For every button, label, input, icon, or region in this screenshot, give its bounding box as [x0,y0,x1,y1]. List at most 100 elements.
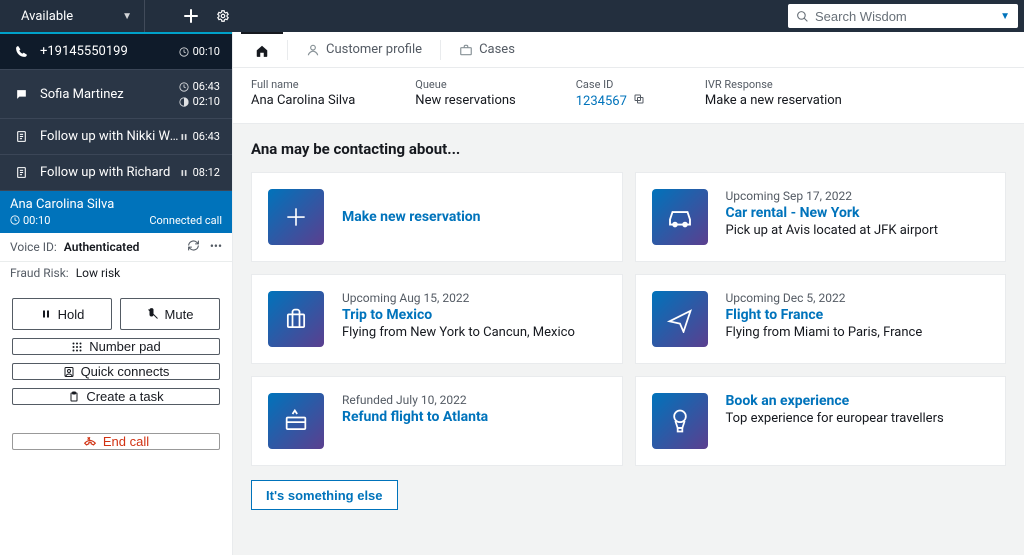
phone-icon [12,45,30,58]
search-input[interactable] [815,9,1000,24]
quick-connects-button[interactable]: Quick connects [12,363,220,380]
contact-name: +19145550199 [30,44,179,59]
end-call-button[interactable]: End call [12,433,220,450]
balloon-icon [652,393,708,449]
card-subtitle: Top experience for europear travellers [726,411,944,426]
clock-icon [179,82,189,92]
context-card[interactable]: Book an experience Top experience for eu… [635,376,1007,466]
refresh-icon [187,239,200,252]
caseid-link[interactable]: 1234567 [576,94,627,109]
briefcase-icon [459,43,473,57]
context-card[interactable]: Upcoming Aug 15, 2022 Trip to Mexico Fly… [251,274,623,364]
contact-name: Sofia Martinez [30,87,179,102]
main-area: Customer profile Cases Full name Ana Car… [232,32,1024,555]
caseid-label: Case ID [576,78,645,91]
dialpad-icon [71,341,83,353]
more-button[interactable]: ••• [210,239,222,255]
caller-name: Ana Carolina Silva [10,197,222,212]
tab-home[interactable] [241,32,283,67]
agent-status-label: Available [21,9,122,24]
context-card[interactable]: Make new reservation [251,172,623,262]
left-panel: +19145550199 00:10 Sofia Martinez 06:43 … [0,32,232,555]
refund-icon [268,393,324,449]
card-subtitle: Flying from Miami to Paris, France [726,325,923,340]
customer-info-bar: Full name Ana Carolina Silva Queue New r… [233,68,1024,124]
mute-button[interactable]: Mute [120,298,220,330]
fullname-label: Full name [251,78,355,91]
ivr-label: IVR Response [705,78,842,91]
chevron-down-icon[interactable]: ▼ [1000,11,1010,22]
tab-customer-profile[interactable]: Customer profile [292,32,436,67]
contact-name: Follow up with Richard [30,165,179,180]
card-title: Flight to France [726,307,923,323]
card-title: Make new reservation [342,209,481,225]
fraud-value: Low risk [76,266,121,280]
task-icon [12,166,30,179]
fraud-row: Fraud Risk: Low risk [0,262,232,288]
pause-icon [179,168,189,178]
voice-id-row: Voice ID: Authenticated ••• [0,233,232,262]
settings-button[interactable] [207,0,239,32]
pause-icon [40,308,52,320]
refresh-button[interactable] [187,239,200,255]
end-call-icon [83,435,97,449]
contact-item[interactable]: +19145550199 00:10 [0,32,232,70]
contact-item[interactable]: Sofia Martinez 06:43 02:10 [0,70,232,119]
plus-icon [268,189,324,245]
plus-icon [184,9,198,23]
plane-icon [652,291,708,347]
context-card[interactable]: Upcoming Sep 17, 2022 Car rental - New Y… [635,172,1007,262]
fullname-value: Ana Carolina Silva [251,93,355,108]
caller-timer: 00:10 [23,214,50,227]
car-icon [652,189,708,245]
queue-value: New reservations [415,93,515,108]
contact-item[interactable]: Follow up with Nikki Wolf 06:43 [0,119,232,155]
hold-button[interactable]: Hold [12,298,112,330]
card-title: Refund flight to Atlanta [342,409,488,425]
profile-icon [306,43,320,57]
card-title: Trip to Mexico [342,307,575,323]
fraud-label: Fraud Risk: [10,266,69,280]
suitcase-icon [268,291,324,347]
copy-icon [633,93,645,105]
card-subtitle: Flying from New York to Cancun, Mexico [342,325,575,340]
context-card[interactable]: Refunded July 10, 2022 Refund flight to … [251,376,623,466]
chat-icon [12,88,30,101]
contact-name: Follow up with Nikki Wolf [30,129,179,144]
context-panel: Ana may be contacting about... Make new … [233,124,1024,555]
queue-label: Queue [415,78,515,91]
create-task-button[interactable]: Create a task [12,388,220,405]
status-dot-icon [12,12,21,21]
clipboard-icon [68,391,80,403]
number-pad-button[interactable]: Number pad [12,338,220,355]
tab-cases[interactable]: Cases [445,32,529,67]
call-state: Connected call [149,214,222,227]
pause-icon [179,132,189,142]
context-heading: Ana may be contacting about... [251,140,1006,158]
voice-id-label: Voice ID: [10,240,57,254]
task-icon [12,130,30,143]
home-icon [255,44,269,58]
something-else-button[interactable]: It's something else [251,480,398,510]
copy-button[interactable] [633,93,645,109]
caller-banner: Ana Carolina Silva 00:10 Connected call [0,191,232,233]
mute-icon [147,308,159,320]
card-overline: Upcoming Dec 5, 2022 [726,291,923,305]
contact-item[interactable]: Follow up with Richard 08:12 [0,155,232,191]
card-title: Car rental - New York [726,205,939,221]
contact-list: +19145550199 00:10 Sofia Martinez 06:43 … [0,32,232,191]
card-overline: Refunded July 10, 2022 [342,393,488,407]
chevron-down-icon: ▼ [122,11,132,22]
tab-bar: Customer profile Cases [233,32,1024,68]
contacts-icon [63,366,75,378]
topbar: Available ▼ ▼ [0,0,1024,32]
tab-label: Cases [479,42,515,57]
ivr-value: Make a new reservation [705,93,842,108]
card-overline: Upcoming Sep 17, 2022 [726,189,939,203]
tab-label: Customer profile [326,42,422,57]
add-button[interactable] [175,0,207,32]
context-card[interactable]: Upcoming Dec 5, 2022 Flight to France Fl… [635,274,1007,364]
clock-icon [179,47,189,57]
agent-status-select[interactable]: Available ▼ [0,0,145,32]
search-wisdom[interactable]: ▼ [788,4,1018,28]
